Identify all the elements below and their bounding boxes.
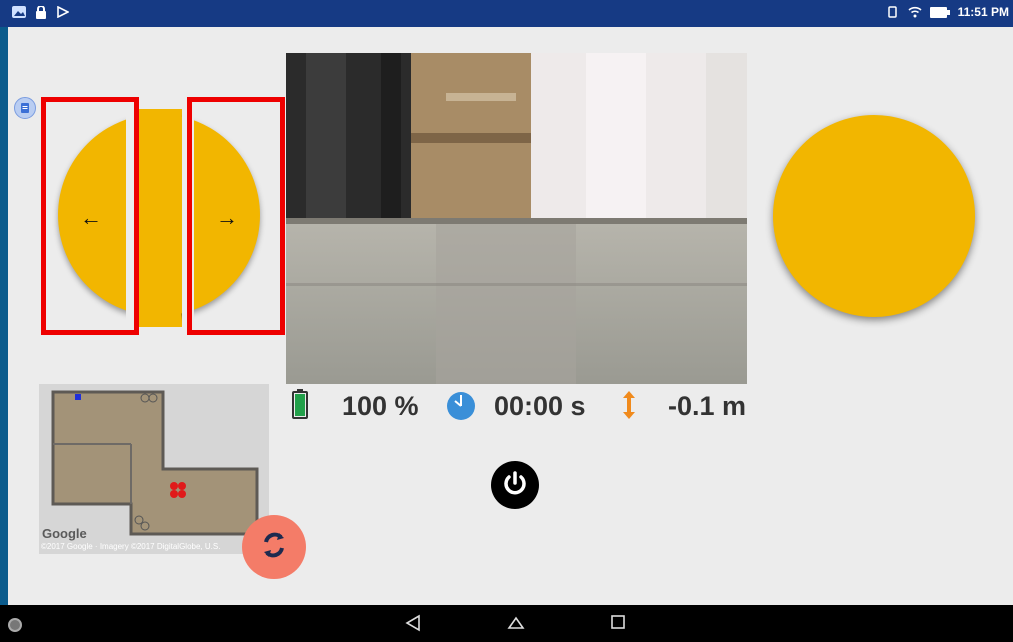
clock-icon <box>446 391 476 426</box>
battery-icon <box>929 5 950 19</box>
camera-feed <box>286 53 747 384</box>
refresh-button[interactable] <box>242 515 306 579</box>
navigation-bar <box>0 605 1013 642</box>
joystick-center-bar[interactable] <box>139 109 181 327</box>
map-credit: ©2017 Google · Imagery ©2017 DigitalGlob… <box>41 542 221 551</box>
flight-timer: 00:00 s <box>494 391 586 421</box>
status-bar: 11:51 PM <box>0 0 1013 27</box>
google-logo: Google <box>42 526 87 541</box>
refresh-icon <box>259 530 289 565</box>
power-icon <box>500 468 530 503</box>
clock-time: 11:51 PM <box>957 5 1009 19</box>
highlight-right-box <box>187 97 285 335</box>
play-store-icon <box>56 5 70 19</box>
lock-icon <box>34 5 48 19</box>
battery-percent: 100 % <box>342 391 419 421</box>
vertical-arrows-icon <box>622 389 636 426</box>
app-content: ← → Google ©2017 Google · Imagery ©2017 … <box>8 27 1013 605</box>
battery-icon <box>292 389 308 424</box>
gallery-icon <box>12 5 26 19</box>
home-button[interactable] <box>507 614 527 634</box>
joystick-right[interactable] <box>773 115 975 317</box>
wifi-icon <box>908 5 922 19</box>
back-button[interactable] <box>405 614 425 634</box>
highlight-left-box <box>41 97 139 335</box>
assistant-dot[interactable] <box>8 618 22 632</box>
document-icon[interactable] <box>14 97 36 119</box>
map-view[interactable]: Google ©2017 Google · Imagery ©2017 Digi… <box>39 384 269 554</box>
sync-icon <box>886 5 900 19</box>
power-button[interactable] <box>491 461 539 509</box>
recent-apps-button[interactable] <box>610 614 630 634</box>
altitude-value: -0.1 m <box>668 391 747 421</box>
